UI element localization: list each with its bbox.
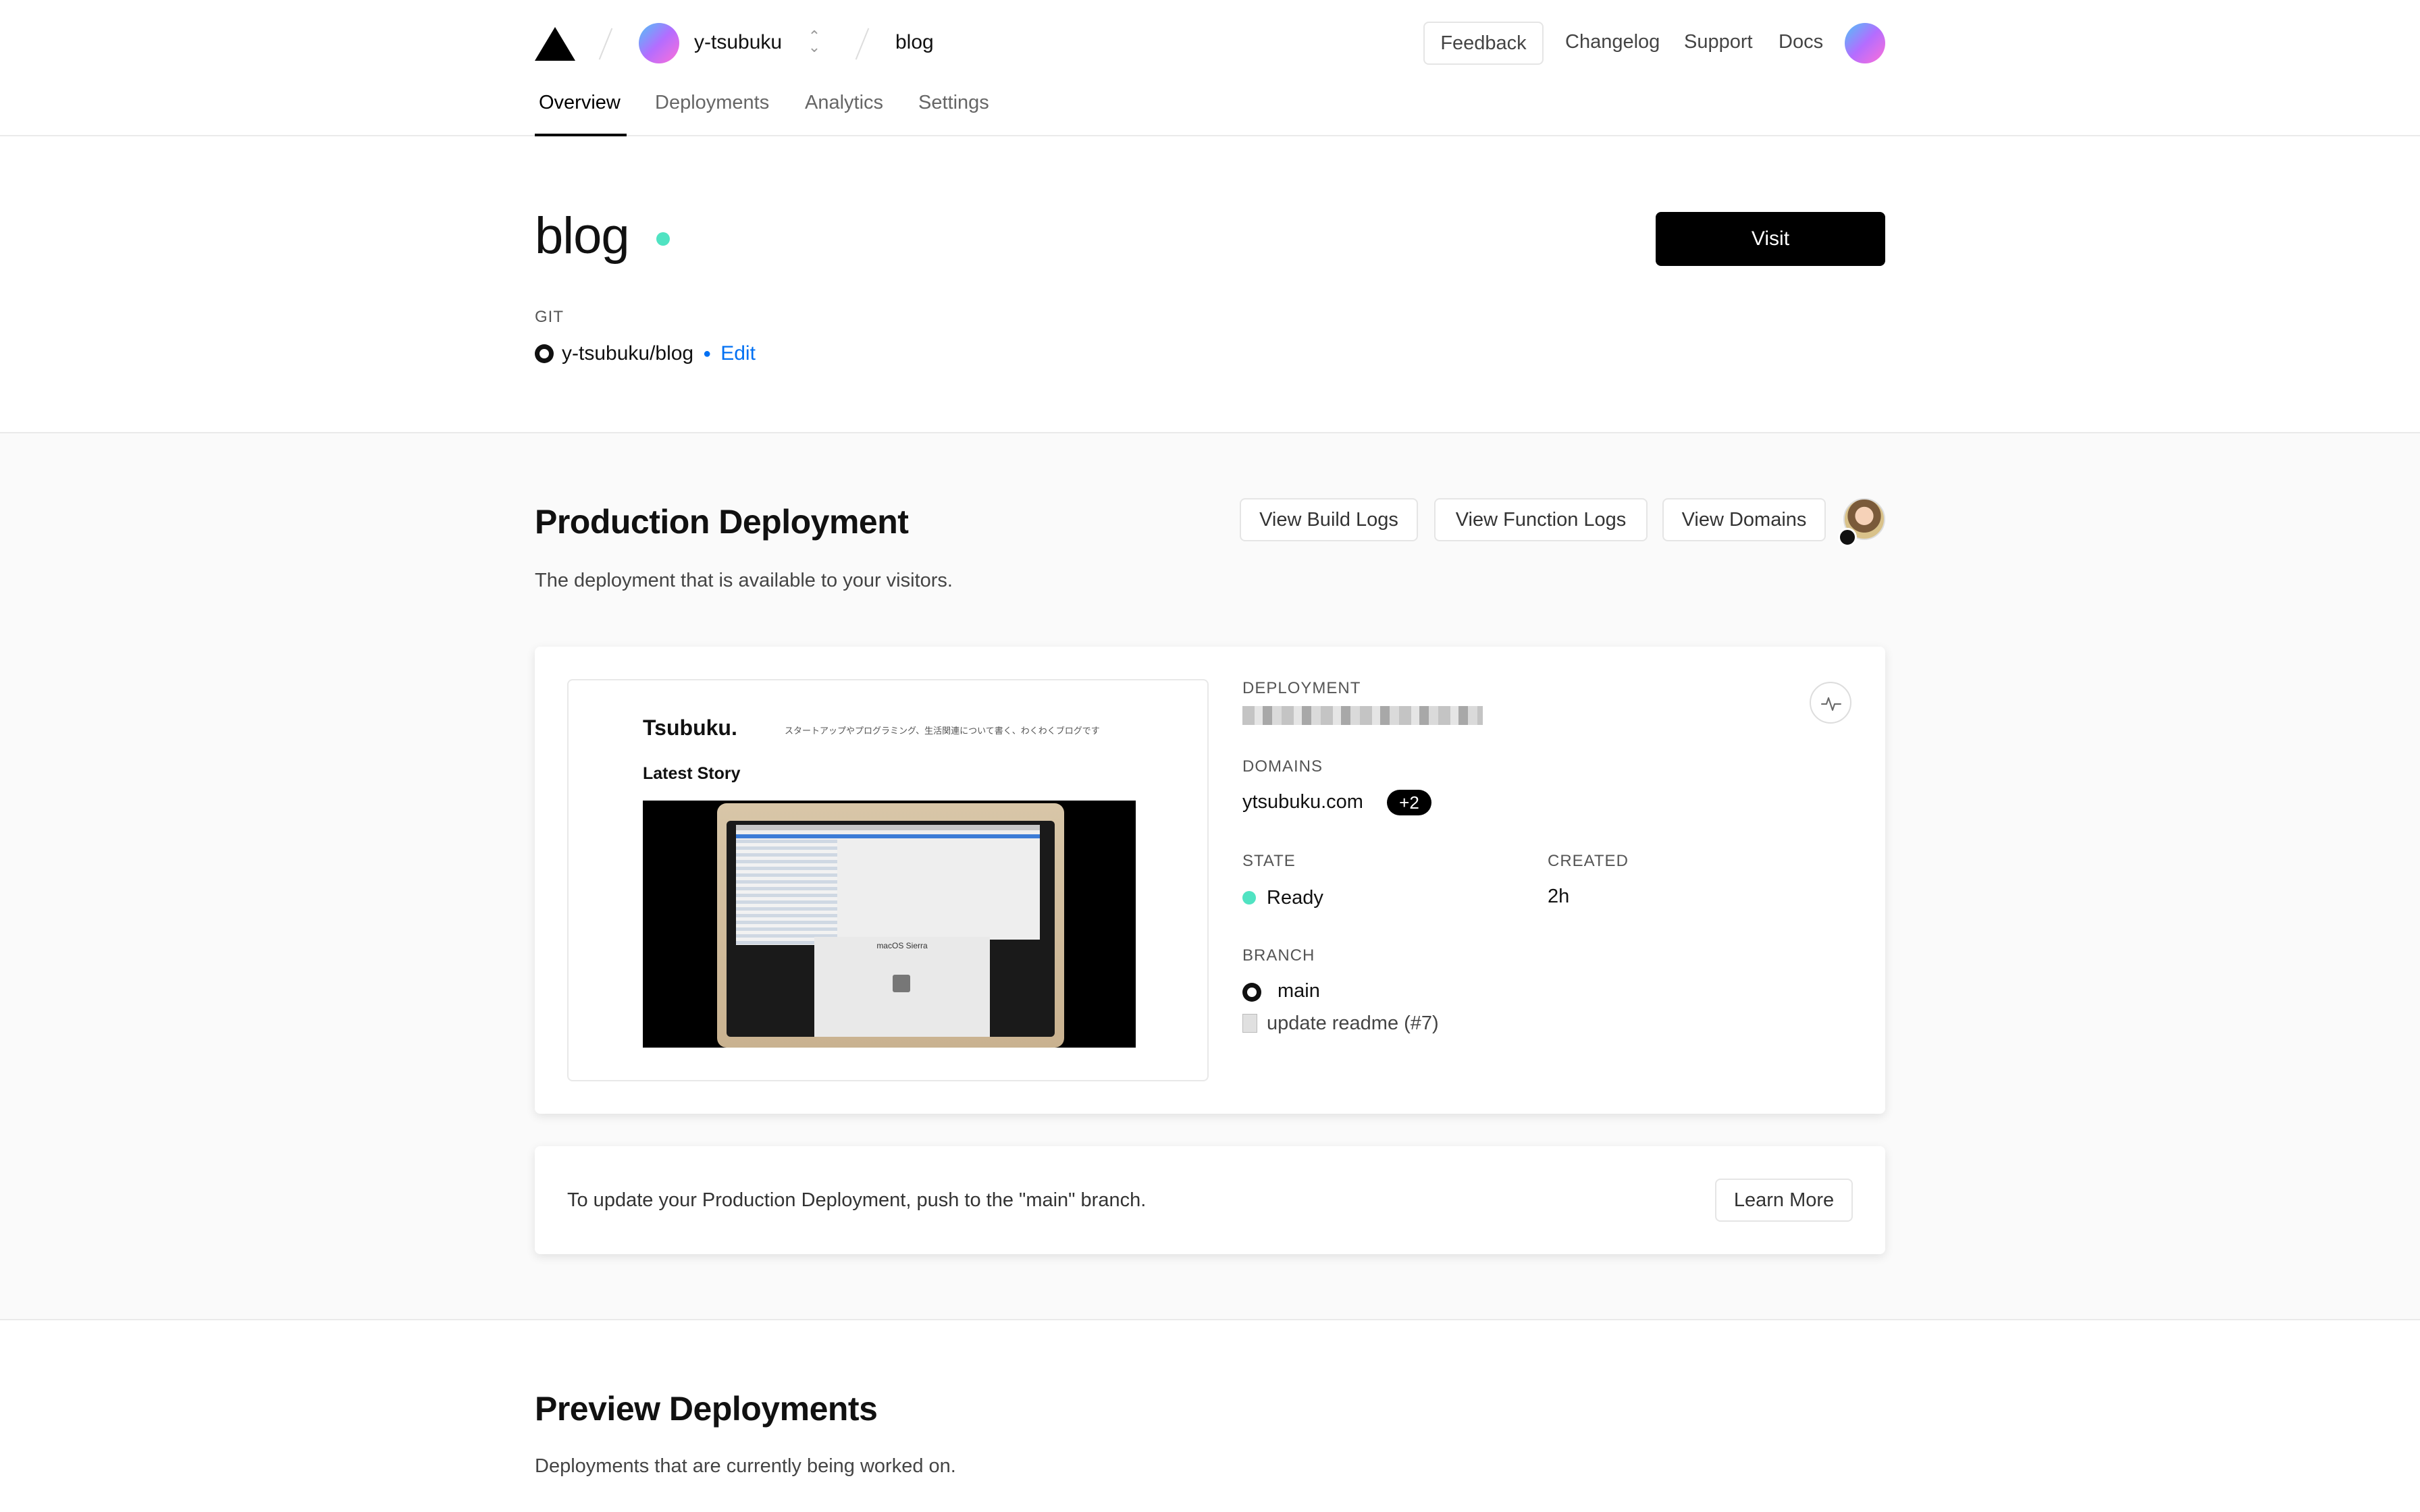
docs-link[interactable]: Docs xyxy=(1779,31,1823,53)
edit-git-link[interactable]: Edit xyxy=(720,342,756,365)
deployment-preview[interactable]: Tsubuku. スタートアップやプログラミング、生活関連について書く、わくわく… xyxy=(567,679,1209,1081)
state-value: Ready xyxy=(1267,887,1323,909)
preview-deployments-title: Preview Deployments xyxy=(535,1390,878,1428)
page-title: blog xyxy=(535,207,630,265)
created-value: 2h xyxy=(1548,886,1570,907)
separator-dot: ● xyxy=(703,346,712,361)
deployment-label: DEPLOYMENT xyxy=(1242,679,1361,697)
tab-settings[interactable]: Settings xyxy=(918,92,989,114)
production-subtitle: The deployment that is available to your… xyxy=(535,570,953,591)
active-tab-indicator xyxy=(535,134,627,136)
preview-latest-story: Latest Story xyxy=(643,764,741,783)
vercel-logo-icon[interactable] xyxy=(535,27,575,61)
domains-label: DOMAINS xyxy=(1242,757,1323,776)
changelog-link[interactable]: Changelog xyxy=(1565,31,1660,53)
preview-site-tagline: スタートアップやプログラミング、生活関連について書く、わくわくブログです xyxy=(785,726,1100,736)
team-switcher-name[interactable]: y-tsubuku xyxy=(694,31,782,54)
commit-icon xyxy=(1242,1014,1257,1033)
view-function-logs-button[interactable]: View Function Logs xyxy=(1434,498,1648,541)
branch-label: BRANCH xyxy=(1242,946,1315,965)
project-breadcrumb[interactable]: blog xyxy=(895,31,934,54)
team-avatar[interactable] xyxy=(639,23,679,63)
chevron-up-down-icon[interactable]: ⌃ ⌄ xyxy=(808,29,821,55)
learn-more-button[interactable]: Learn More xyxy=(1715,1179,1853,1222)
commit-message[interactable]: update readme (#7) xyxy=(1267,1013,1439,1035)
ready-status-dot xyxy=(1242,891,1256,905)
github-badge-icon xyxy=(1838,528,1857,547)
view-build-logs-button[interactable]: View Build Logs xyxy=(1240,498,1418,541)
installer-icon xyxy=(893,975,910,992)
git-repo-row: y-tsubuku/blog ● Edit xyxy=(535,340,756,367)
production-info-text: To update your Production Deployment, pu… xyxy=(567,1189,1147,1211)
laptop-photo: macOS Sierra xyxy=(717,803,1064,1048)
created-label: CREATED xyxy=(1548,852,1629,870)
preview-deployments-subtitle: Deployments that are currently being wor… xyxy=(535,1455,956,1477)
user-menu-avatar[interactable] xyxy=(1845,23,1885,63)
repo-link[interactable]: y-tsubuku/blog xyxy=(562,342,693,365)
branch-link[interactable]: main xyxy=(1278,980,1320,1002)
tab-deployments[interactable]: Deployments xyxy=(655,92,769,114)
deployment-url-redacted[interactable] xyxy=(1242,706,1483,725)
tab-overview[interactable]: Overview xyxy=(539,92,621,114)
status-dot xyxy=(656,232,670,246)
view-domains-button[interactable]: View Domains xyxy=(1662,498,1826,541)
state-label: STATE xyxy=(1242,852,1296,870)
github-icon xyxy=(1242,983,1261,1002)
activity-icon[interactable] xyxy=(1810,682,1851,724)
support-link[interactable]: Support xyxy=(1684,31,1753,53)
preview-story-image: macOS Sierra xyxy=(643,801,1136,1048)
top-navigation xyxy=(0,0,2420,136)
domain-link[interactable]: ytsubuku.com xyxy=(1242,791,1363,813)
github-icon xyxy=(535,344,554,363)
feedback-button[interactable]: Feedback xyxy=(1423,22,1544,65)
git-label: GIT xyxy=(535,308,564,326)
visit-button[interactable]: Visit xyxy=(1656,212,1885,266)
domains-count-badge[interactable]: +2 xyxy=(1387,790,1431,815)
production-title: Production Deployment xyxy=(535,503,909,541)
preview-site-brand: Tsubuku. xyxy=(643,716,737,740)
installer-title: macOS Sierra xyxy=(876,941,928,950)
tab-analytics[interactable]: Analytics xyxy=(805,92,883,114)
